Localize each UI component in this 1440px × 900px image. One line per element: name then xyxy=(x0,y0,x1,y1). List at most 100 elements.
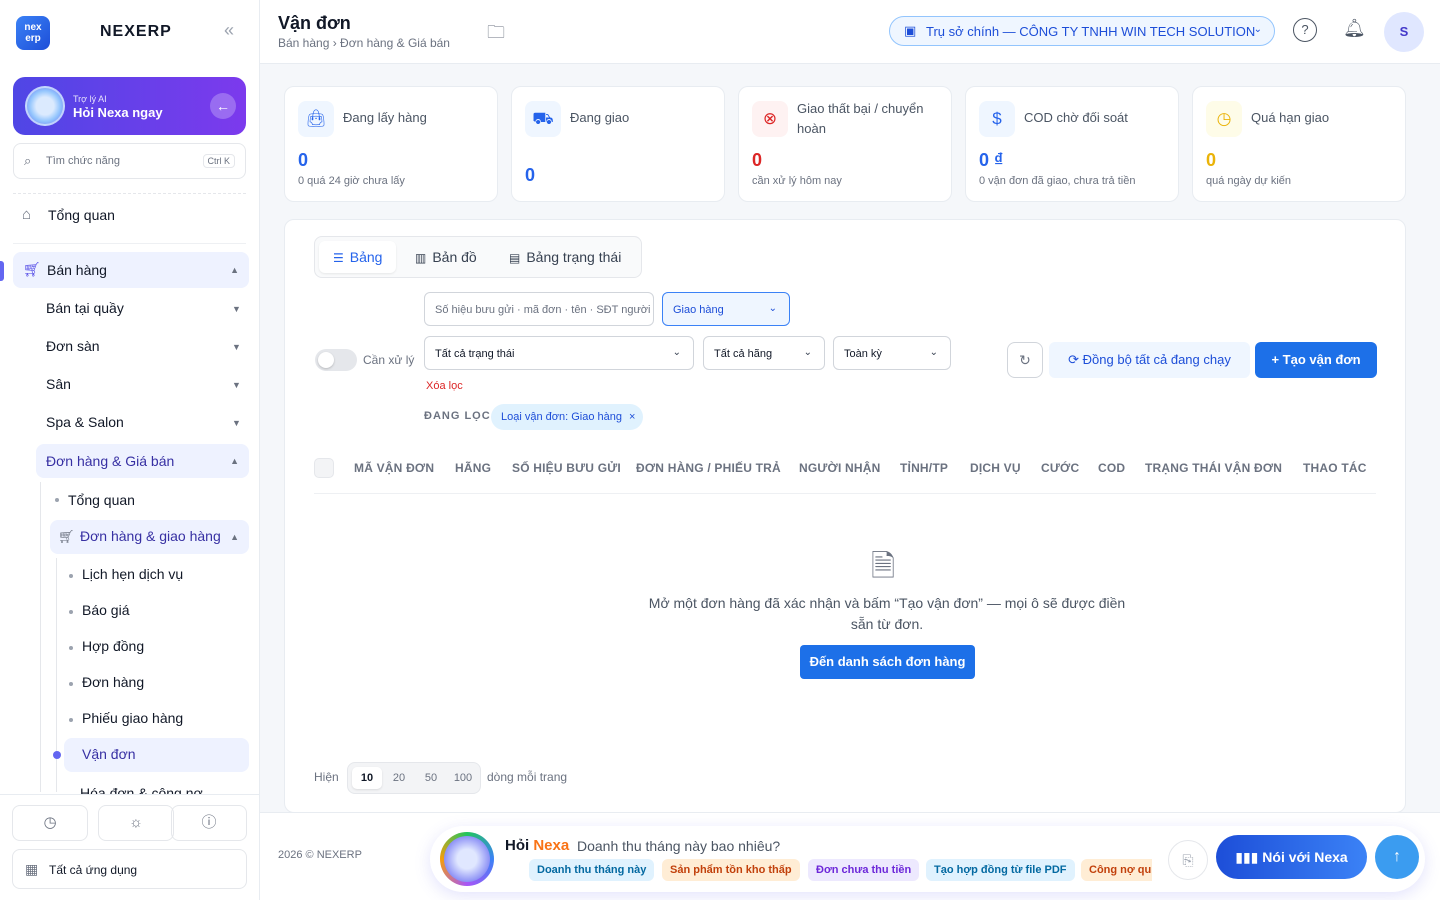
arrow-left-icon[interactable]: ← xyxy=(210,93,236,119)
nav-waybills[interactable]: Vận đơn xyxy=(64,738,249,772)
suggestion-chip[interactable]: Tạo hợp đồng từ file PDF xyxy=(926,859,1075,881)
waybill-search-input[interactable]: Số hiệu bưu gửi · mã đơn · tên · SĐT ngư… xyxy=(424,292,654,326)
chevron-down-icon: ▼ xyxy=(232,418,241,428)
nav-orders-pricing[interactable]: Đơn hàng & Giá bán ▲ xyxy=(36,444,249,478)
col-province[interactable]: TỈNH/TP xyxy=(900,461,948,475)
kpi-delivering[interactable]: ⛟ Đang giao 0 xyxy=(511,86,725,202)
page-size-20[interactable]: 20 xyxy=(384,767,414,789)
folder-icon[interactable]: 🗀 xyxy=(487,20,505,50)
table-header: MÃ VẬN ĐƠN HÃNG SỐ HIỆU BƯU GỬI ĐƠN HÀNG… xyxy=(314,456,1376,494)
shortcut-badge: Ctrl K xyxy=(202,154,235,168)
nexa-question-input[interactable]: Doanh thu tháng này bao nhiêu? xyxy=(577,838,780,854)
carrier-select[interactable]: Tất cả hãng ⌄ xyxy=(703,336,825,370)
sync-all-button[interactable]: ⟳ Đồng bộ tất cả đang chạy xyxy=(1049,342,1250,378)
arrow-up-icon[interactable]: ↑ xyxy=(1375,835,1419,879)
function-search[interactable]: ⌕ Tìm chức năng Ctrl K xyxy=(13,143,246,179)
ai-assistant-card[interactable]: Trợ lý AI Hỏi Nexa ngay ← xyxy=(13,77,246,135)
kpi-failed[interactable]: ⊗ Giao thất bại / chuyển hoàn 0 cần xử l… xyxy=(738,86,952,202)
col-carrier[interactable]: HÃNG xyxy=(455,461,491,475)
period-select[interactable]: Toàn kỳ ⌄ xyxy=(833,336,951,370)
create-waybill-button[interactable]: + Tạo vận đơn xyxy=(1255,342,1377,378)
map-icon: ▥ xyxy=(415,251,427,265)
tab-table[interactable]: ☰ Bảng xyxy=(319,241,397,273)
kpi-value: 0 xyxy=(752,150,763,170)
page-size-10[interactable]: 10 xyxy=(352,767,382,789)
suggestion-strip: Doanh thu tháng này Sản phẩm tồn kho thấ… xyxy=(527,859,1152,883)
col-tracking[interactable]: SỐ HIỆU BƯU GỬI xyxy=(512,461,621,475)
suggestion-chip[interactable]: Sản phẩm tồn kho thấp xyxy=(662,859,800,881)
nav-marketplace[interactable]: Đơn sàn ▼ xyxy=(46,338,246,354)
col-order[interactable]: ĐƠN HÀNG / PHIẾU TRẢ xyxy=(636,461,781,475)
type-select[interactable]: Giao hàng ⌄ xyxy=(662,292,790,326)
bell-icon[interactable]: 🔔︎ xyxy=(1343,18,1366,39)
clear-filters-link[interactable]: Xóa lọc xyxy=(426,380,463,392)
page-size-100[interactable]: 100 xyxy=(448,767,478,789)
close-icon[interactable]: × xyxy=(629,411,635,423)
col-fee[interactable]: CƯỚC xyxy=(1041,461,1079,475)
kpi-overdue[interactable]: ◷ Quá hạn giao 0 quá ngày dự kiến xyxy=(1192,86,1406,202)
nav-invoices[interactable]: Hóa đơn & công nợ xyxy=(58,784,248,794)
nexa-avatar-icon[interactable] xyxy=(440,832,494,886)
view-tabs: ☰ Bảng ▥ Bản đồ ▤ Bảng trạng thái xyxy=(314,236,642,278)
nav-delivery-notes[interactable]: Phiếu giao hàng xyxy=(82,710,183,726)
nav-pos[interactable]: Bán tại quầy ▼ xyxy=(46,300,246,316)
all-apps-button[interactable]: ▦ Tất cả ứng dụng xyxy=(12,849,247,889)
paperclip-icon[interactable]: ⎘ xyxy=(1168,840,1208,880)
col-cod[interactable]: COD xyxy=(1098,461,1125,475)
theme-icon[interactable]: ☼ xyxy=(98,805,174,841)
tab-map[interactable]: ▥ Bản đồ xyxy=(401,241,491,273)
avatar[interactable]: S xyxy=(1384,12,1424,52)
page-size-50[interactable]: 50 xyxy=(416,767,446,789)
app-logo[interactable]: nex erp xyxy=(16,16,50,50)
kpi-label: Đang lấy hàng xyxy=(343,110,427,125)
col-actions[interactable]: THAO TÁC xyxy=(1303,461,1367,475)
bullet xyxy=(69,682,73,686)
sidebar: nex erp NEXERP « Trợ lý AI Hỏi Nexa ngay… xyxy=(0,0,260,900)
select-all-checkbox[interactable] xyxy=(314,458,334,478)
nav-spa-label: Spa & Salon xyxy=(46,414,124,430)
col-waybill-code[interactable]: MÃ VẬN ĐƠN xyxy=(354,461,434,475)
cart-icon: 🛒︎ xyxy=(58,529,75,544)
nav-sub-overview[interactable]: Tổng quan xyxy=(68,492,135,508)
refresh-icon[interactable]: ↻ xyxy=(1007,342,1043,378)
nav-marketplace-label: Đơn sàn xyxy=(46,338,100,354)
col-recipient[interactable]: NGƯỜI NHẬN xyxy=(799,461,881,475)
nav-orders-delivery[interactable]: 🛒︎ Đơn hàng & giao hàng ▲ xyxy=(50,520,249,554)
suggestion-chip[interactable]: Công nợ qu xyxy=(1081,859,1152,881)
nav-court[interactable]: Sân ▼ xyxy=(46,376,246,392)
nav-contracts[interactable]: Hợp đồng xyxy=(82,638,144,654)
branch-selector[interactable]: ▣ Trụ sở chính — CÔNG TY TNHH WIN TECH S… xyxy=(889,16,1275,46)
kpi-picking[interactable]: 👜︎ Đang lấy hàng 0 0 quá 24 giờ chưa lấy xyxy=(284,86,498,202)
collapse-sidebar-icon[interactable]: « xyxy=(224,20,234,41)
talk-to-nexa-button[interactable]: ▮▮▮ Nói với Nexa xyxy=(1216,835,1367,879)
nav-waybills-label: Vận đơn xyxy=(82,746,136,762)
help-icon[interactable]: ? xyxy=(1293,18,1317,42)
needs-action-toggle[interactable] xyxy=(315,349,357,371)
info-icon[interactable]: ⓘ xyxy=(171,805,247,841)
nav-appointments[interactable]: Lịch hẹn dịch vụ xyxy=(82,566,183,582)
kpi-cod[interactable]: $ COD chờ đối soát 0 ₫ 0 vận đơn đã giao… xyxy=(965,86,1179,202)
nav-spa[interactable]: Spa & Salon ▼ xyxy=(46,414,246,430)
nav-sales[interactable]: 🛒︎ Bán hàng ▲ xyxy=(13,252,249,288)
col-service[interactable]: DỊCH VỤ xyxy=(970,461,1021,475)
kpi-label: Quá hạn giao xyxy=(1251,110,1330,125)
suggestion-chip[interactable]: Đơn chưa thu tiền xyxy=(808,859,920,881)
active-marker xyxy=(0,261,4,281)
status-select[interactable]: Tất cả trạng thái ⌄ xyxy=(424,336,694,370)
kpi-value: 0 xyxy=(298,150,309,170)
list-icon: ☰ xyxy=(333,251,344,265)
page-title: Vận đơn xyxy=(278,13,351,33)
go-to-orders-button[interactable]: Đến danh sách đơn hàng xyxy=(800,645,975,679)
col-status[interactable]: TRẠNG THÁI VẬN ĐƠN xyxy=(1145,461,1282,475)
page-size-selector: 10 20 50 100 xyxy=(347,762,481,794)
tab-status-board[interactable]: ▤ Bảng trạng thái xyxy=(495,241,635,273)
filter-chip[interactable]: Loại vận đơn: Giao hàng × xyxy=(491,404,644,430)
nav-orders[interactable]: Đơn hàng xyxy=(82,674,144,690)
history-icon[interactable]: ◷ xyxy=(12,805,88,841)
nav-overview-label: Tổng quan xyxy=(48,207,115,223)
nexa-chat-bar: Hỏi Nexa Doanh thu tháng này bao nhiêu? … xyxy=(430,826,1425,892)
type-value: Giao hàng xyxy=(673,304,724,316)
chevron-up-icon: ▲ xyxy=(230,532,239,542)
suggestion-chip[interactable]: Doanh thu tháng này xyxy=(529,859,655,881)
nav-quotes[interactable]: Báo giá xyxy=(82,602,129,618)
